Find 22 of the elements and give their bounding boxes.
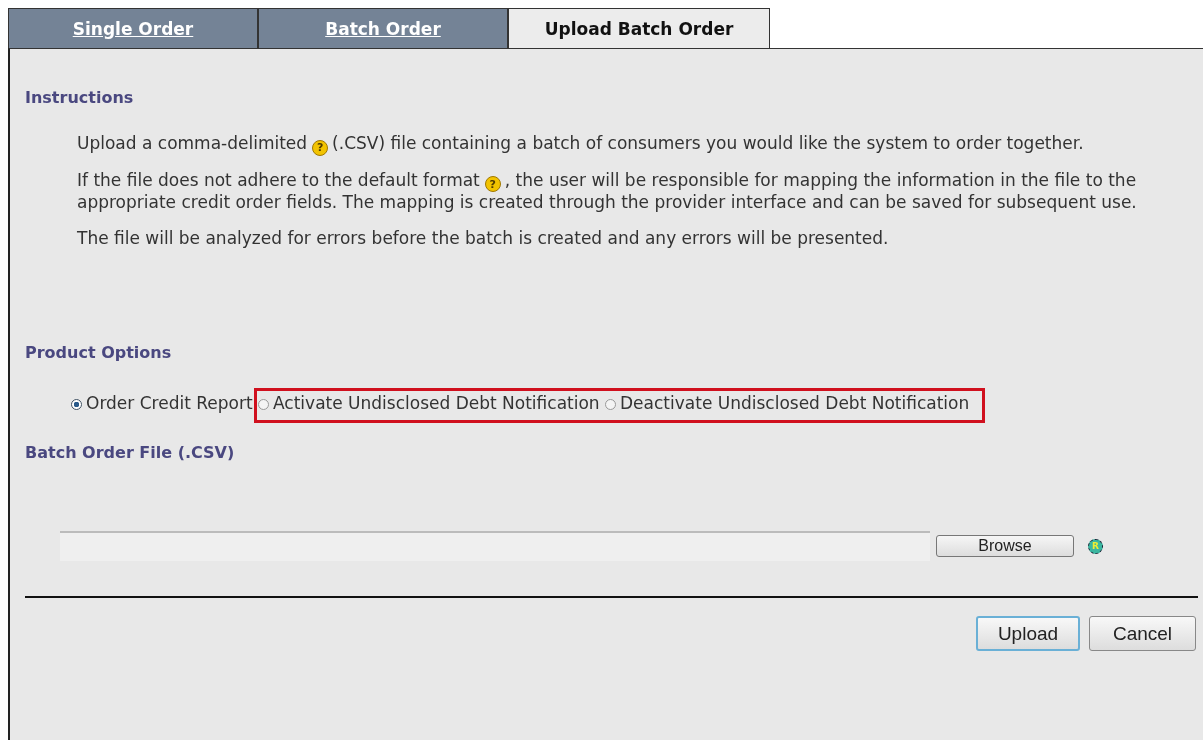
- cancel-button[interactable]: Cancel: [1089, 616, 1196, 651]
- option-label[interactable]: Activate Undisclosed Debt Notification: [273, 393, 600, 413]
- browse-button[interactable]: Browse: [936, 535, 1074, 557]
- section-heading: Product Options: [25, 342, 173, 362]
- instruction-text: Upload a comma-delimited ? (.CSV) file containing a batch of consumers you would like the system to order together.: [77, 133, 1085, 156]
- help-icon[interactable]: ?: [312, 139, 329, 156]
- radio-button[interactable]: [71, 399, 82, 410]
- section-heading: Instructions: [25, 87, 135, 107]
- radio-button[interactable]: [605, 399, 617, 410]
- section-heading: Batch Order File (.CSV): [25, 442, 236, 462]
- tab[interactable]: Batch Order: [258, 8, 508, 48]
- radio-button[interactable]: [258, 399, 269, 410]
- option-label[interactable]: Deactivate Undisclosed Debt Notification: [620, 393, 970, 413]
- instruction-text: The file will be analyzed for errors before the batch is created and any errors will be presented.: [77, 227, 890, 249]
- tab[interactable]: Upload Batch Order: [508, 8, 770, 48]
- file-path-field[interactable]: [60, 531, 930, 561]
- required-icon: R: [1088, 538, 1103, 554]
- help-icon[interactable]: ?: [484, 176, 501, 192]
- option-label[interactable]: Order Credit Report: [86, 393, 253, 413]
- upload-button[interactable]: Upload: [976, 616, 1080, 651]
- tab[interactable]: Single Order: [8, 8, 258, 48]
- instruction-text: If the file does not adhere to the default format ? , the user will be responsible for mapping the information in the file to the appropriate credit order fields. The mapping is created through the provider interface and can be saved for subsequent use.: [77, 169, 1138, 214]
